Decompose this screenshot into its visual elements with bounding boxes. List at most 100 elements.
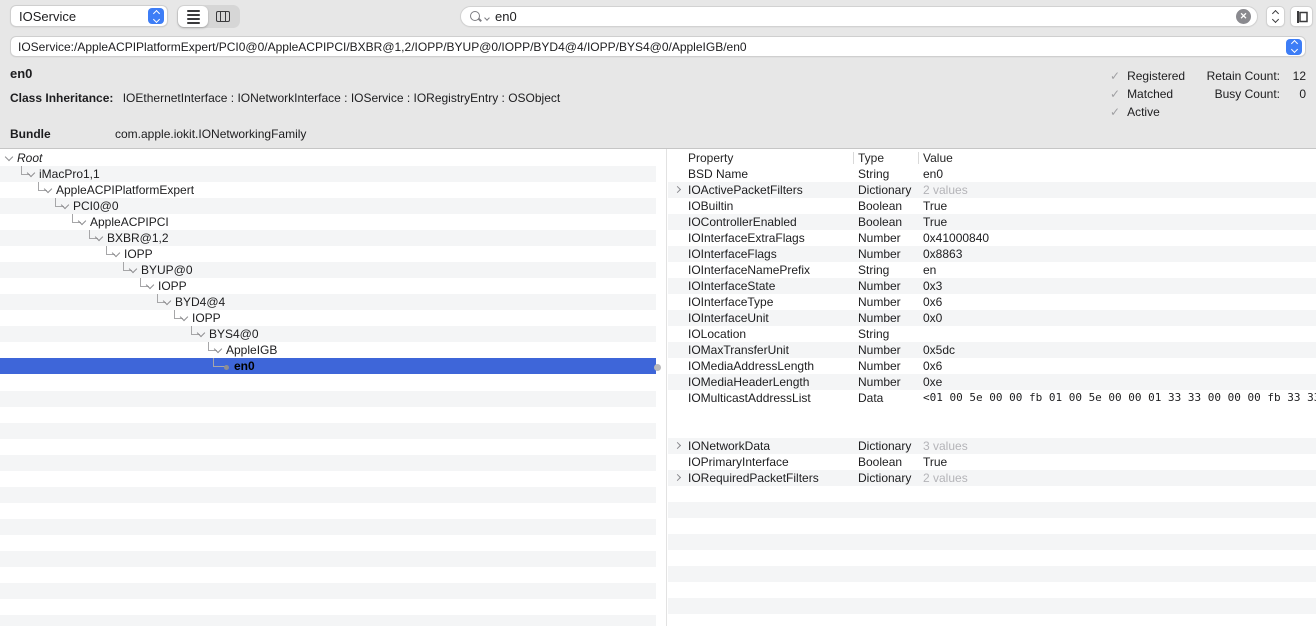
- property-cell: IOControllerEnabled: [668, 214, 858, 230]
- type-cell: String: [858, 166, 923, 182]
- table-row[interactable]: IOInterfaceFlags Number 0x8863: [668, 246, 1316, 262]
- chevron-down-icon[interactable]: [27, 169, 35, 177]
- table-row[interactable]: IOMaxTransferUnit Number 0x5dc: [668, 342, 1316, 358]
- table-empty-rows: [668, 486, 1316, 626]
- table-row[interactable]: IOInterfaceUnit Number 0x0: [668, 310, 1316, 326]
- table-row[interactable]: IOInterfaceState Number 0x3: [668, 278, 1316, 294]
- value-cell: 3 values: [923, 438, 1316, 454]
- search-icon: [469, 10, 483, 24]
- tree-node-label: IOPP: [192, 311, 221, 325]
- table-row[interactable]: IOLocation String: [668, 326, 1316, 342]
- tree-node-imacpro[interactable]: iMacPro1,1: [0, 166, 656, 182]
- registry-path-bar[interactable]: IOService:/AppleACPIPlatformExpert/PCI0@…: [10, 36, 1306, 57]
- property-cell: IOInterfaceFlags: [668, 246, 858, 262]
- tree-node-byd4[interactable]: BYD4@4: [0, 294, 656, 310]
- chevron-down-icon[interactable]: [129, 265, 137, 273]
- tree-node-bxbr[interactable]: BXBR@1,2: [0, 230, 656, 246]
- table-row[interactable]: BSD Name String en0: [668, 166, 1316, 182]
- table-row[interactable]: IOControllerEnabled Boolean True: [668, 214, 1316, 230]
- tree-node-iopp-1[interactable]: IOPP: [0, 246, 656, 262]
- retain-count-row: Retain Count: 12: [1192, 69, 1306, 83]
- chevron-down-icon[interactable]: [214, 345, 222, 353]
- column-divider[interactable]: [918, 152, 919, 164]
- table-row[interactable]: IOActivePacketFilters Dictionary 2 value…: [668, 182, 1316, 198]
- plane-selector[interactable]: IOService: [10, 5, 168, 27]
- tree-node-iopp-2[interactable]: IOPP: [0, 278, 656, 294]
- tree-node-pci0[interactable]: PCI0@0: [0, 198, 656, 214]
- chevron-down-icon[interactable]: [5, 153, 13, 161]
- table-row[interactable]: IOInterfaceType Number 0x6: [668, 294, 1316, 310]
- property-cell: IOMediaAddressLength: [668, 358, 858, 374]
- chevron-down-icon[interactable]: [197, 329, 205, 337]
- checkmark-icon: ✓: [1110, 69, 1120, 83]
- pane-divider[interactable]: [666, 149, 667, 626]
- tree-node-label: AppleACPIPlatformExpert: [56, 183, 194, 197]
- tree-node-bys4[interactable]: BYS4@0: [0, 326, 656, 342]
- tree-node-root[interactable]: Root: [0, 150, 656, 166]
- leaf-node-icon: [224, 365, 229, 370]
- page-title: en0: [10, 66, 32, 81]
- active-label: Active: [1127, 105, 1160, 119]
- type-cell: Dictionary: [858, 438, 923, 454]
- property-cell: IORequiredPacketFilters: [668, 470, 858, 486]
- column-header-type[interactable]: Type: [858, 150, 923, 166]
- table-row[interactable]: IOPrimaryInterface Boolean True: [668, 454, 1316, 470]
- chevron-down-icon[interactable]: [44, 185, 52, 193]
- tree-node-label: AppleACPIPCI: [90, 215, 169, 229]
- window-chrome: IOService en0 ✕ IOService:/AppleACPIPlat…: [0, 0, 1316, 149]
- chevron-down-icon[interactable]: [95, 233, 103, 241]
- table-row[interactable]: IORequiredPacketFilters Dictionary 2 val…: [668, 470, 1316, 486]
- chevron-down-icon: [1272, 16, 1279, 23]
- stepper-icon[interactable]: [148, 8, 164, 24]
- property-cell: IOInterfaceExtraFlags: [668, 230, 858, 246]
- chevron-down-icon[interactable]: [61, 201, 69, 209]
- jump-to-result-button[interactable]: [1290, 6, 1313, 27]
- tree-node-label: BYD4@4: [175, 295, 225, 309]
- table-row[interactable]: IOMulticastAddressList Data <01 00 5e 00…: [668, 390, 1316, 438]
- property-cell: BSD Name: [668, 166, 858, 182]
- clear-search-button[interactable]: ✕: [1236, 9, 1251, 24]
- table-row[interactable]: IONetworkData Dictionary 3 values: [668, 438, 1316, 454]
- matched-checkbox[interactable]: ✓ Matched: [1110, 87, 1173, 101]
- tree-node-appleacpiplatformexpert[interactable]: AppleACPIPlatformExpert: [0, 182, 656, 198]
- table-row[interactable]: IOMediaAddressLength Number 0x6: [668, 358, 1316, 374]
- tree-node-label: BXBR@1,2: [107, 231, 169, 245]
- column-header-property[interactable]: Property: [668, 150, 858, 166]
- search-input-value[interactable]: en0: [495, 9, 1236, 24]
- column-header-value[interactable]: Value: [923, 150, 1316, 166]
- tree-empty-rows: [0, 375, 656, 626]
- search-options-chevron-icon[interactable]: [484, 15, 490, 21]
- tree-node-appleacpipci[interactable]: AppleACPIPCI: [0, 214, 656, 230]
- registry-tree: Root iMacPro1,1 AppleACPIPlatformExpert …: [0, 149, 656, 626]
- tree-node-appleigb[interactable]: AppleIGB: [0, 342, 656, 358]
- column-divider[interactable]: [853, 152, 854, 164]
- table-row[interactable]: IOMediaHeaderLength Number 0xe: [668, 374, 1316, 390]
- tree-node-byup[interactable]: BYUP@0: [0, 262, 656, 278]
- search-field[interactable]: en0 ✕: [460, 6, 1258, 27]
- tree-node-en0-selected[interactable]: en0: [0, 358, 656, 374]
- chevron-down-icon[interactable]: [112, 249, 120, 257]
- table-row[interactable]: IOInterfaceExtraFlags Number 0x41000840: [668, 230, 1316, 246]
- path-stepper-icon[interactable]: [1286, 39, 1302, 55]
- table-row[interactable]: IOBuiltin Boolean True: [668, 198, 1316, 214]
- class-inheritance-value: IOEthernetInterface : IONetworkInterface…: [123, 91, 561, 105]
- search-result-stepper[interactable]: [1266, 6, 1285, 27]
- column-view-button[interactable]: [208, 6, 238, 27]
- active-checkbox[interactable]: ✓ Active: [1110, 105, 1160, 119]
- registry-path-value: IOService:/AppleACPIPlatformExpert/PCI0@…: [18, 40, 747, 54]
- chevron-down-icon[interactable]: [78, 217, 86, 225]
- type-cell: Number: [858, 358, 923, 374]
- chevron-down-icon[interactable]: [163, 297, 171, 305]
- type-cell: Boolean: [858, 198, 923, 214]
- tree-node-label: en0: [234, 359, 255, 373]
- bundle-value: com.apple.iokit.IONetworkingFamily: [115, 127, 306, 141]
- scrollbar-thumb[interactable]: [654, 364, 661, 371]
- chevron-down-icon[interactable]: [180, 313, 188, 321]
- list-view-button[interactable]: [178, 6, 208, 27]
- tree-node-iopp-3[interactable]: IOPP: [0, 310, 656, 326]
- type-cell: Number: [858, 342, 923, 358]
- table-row[interactable]: IOInterfaceNamePrefix String en: [668, 262, 1316, 278]
- registered-checkbox[interactable]: ✓ Registered: [1110, 69, 1185, 83]
- value-cell: 0x41000840: [923, 230, 1316, 246]
- chevron-down-icon[interactable]: [146, 281, 154, 289]
